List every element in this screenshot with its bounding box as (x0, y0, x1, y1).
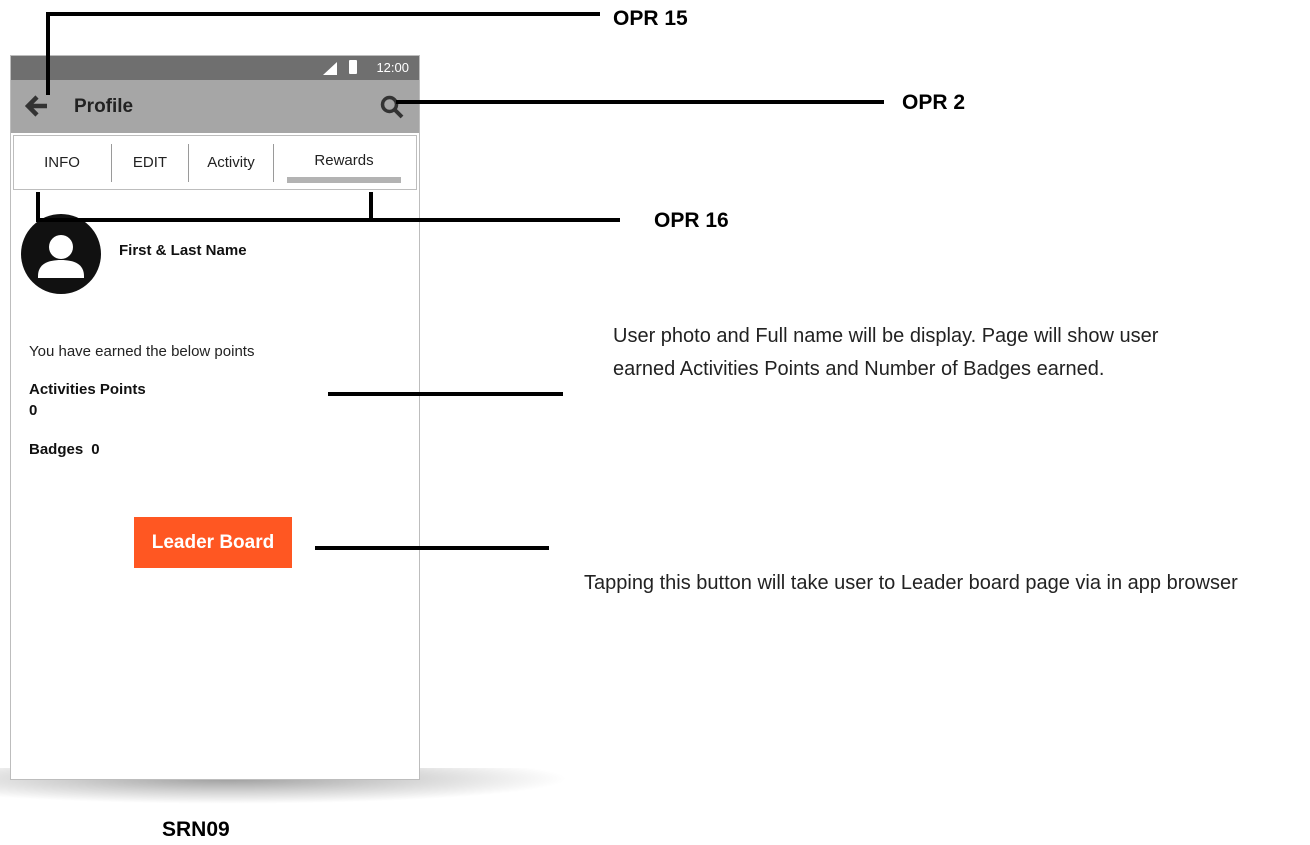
tab-bar: INFO EDIT Activity Rewards (13, 135, 417, 190)
person-icon (38, 235, 84, 278)
badges-row: Badges 0 (29, 441, 100, 458)
badges-value: 0 (91, 441, 100, 458)
callout-line-opr16 (36, 218, 620, 222)
opr15-label: OPR 15 (613, 7, 688, 30)
callout-line-profile-note (328, 392, 563, 396)
callout-line-opr15-vertical (46, 12, 50, 95)
button-note: Tapping this button will take user to Le… (584, 572, 1238, 594)
page-title: Profile (74, 96, 134, 117)
activities-points-label: Activities Points (29, 381, 146, 398)
tab-edit[interactable]: EDIT (112, 136, 188, 189)
badges-label: Badges (29, 441, 84, 458)
avatar (21, 214, 101, 294)
profile-note: User photo and Full name will be display… (613, 325, 1159, 380)
screen-id-label: SRN09 (162, 818, 230, 841)
callout-line-button-note (315, 546, 549, 550)
activities-points-value: 0 (29, 402, 38, 419)
back-arrow-icon[interactable] (24, 94, 49, 118)
callout-line-opr15 (46, 12, 600, 16)
opr2-label: OPR 2 (902, 91, 966, 114)
status-bar: 12:00 (11, 56, 419, 80)
user-full-name: First & Last Name (119, 242, 247, 259)
opr16-label: OPR 16 (654, 209, 729, 232)
signal-icon (323, 62, 337, 75)
leader-board-button[interactable]: Leader Board (134, 517, 292, 568)
status-time: 12:00 (376, 60, 409, 75)
phone-screen: 12:00 Profile INFO EDIT Activity Rewards (10, 55, 420, 780)
callout-line-opr2 (396, 100, 884, 104)
battery-icon (349, 60, 357, 74)
app-bar: Profile (11, 80, 419, 133)
tab-activity[interactable]: Activity (189, 136, 273, 189)
tab-selected-indicator (287, 177, 401, 183)
search-icon[interactable] (379, 94, 405, 120)
earned-intro-text: You have earned the below points (29, 343, 255, 360)
tab-divider (273, 144, 274, 182)
tab-info[interactable]: INFO (14, 136, 110, 189)
